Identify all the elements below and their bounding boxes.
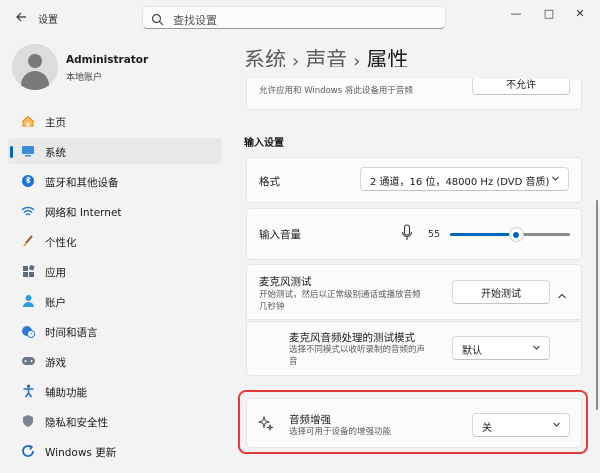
scrollbar[interactable] <box>596 200 598 410</box>
nav-item-time-language[interactable]: 时间和语言 <box>8 318 222 344</box>
wifi-icon <box>20 203 36 219</box>
minimize-button[interactable]: — <box>504 5 528 21</box>
format-value: 2 通道，16 位，48000 Hz (DVD 音质) <box>370 177 550 188</box>
test-mode-dropdown[interactable]: 默认 <box>452 336 550 360</box>
account-type: 本地账户 <box>66 73 103 83</box>
microphone-icon <box>401 224 413 246</box>
test-mode-title: 麦克风音频处理的测试模式 <box>289 332 415 344</box>
home-icon <box>20 113 36 129</box>
nav-item-system[interactable]: 系统 <box>8 138 222 164</box>
scroll-clip <box>246 67 582 79</box>
shield-icon <box>20 413 36 429</box>
nav-item-accounts[interactable]: 账户 <box>8 288 222 314</box>
chevron-down-icon <box>532 343 541 355</box>
gamepad-icon <box>20 353 36 369</box>
test-mode-card: 麦克风音频处理的测试模式 选择不同模式以收听录制的音频的声 音 默认 <box>246 321 582 376</box>
volume-slider-fill <box>450 233 516 236</box>
search-icon <box>151 11 164 30</box>
account-icon <box>20 293 36 309</box>
update-icon <box>20 443 36 459</box>
test-mode-desc-2: 音 <box>289 357 298 367</box>
allow-audio-desc: 允许应用和 Windows 将此设备用于音频 <box>259 86 413 96</box>
nav-item-network[interactable]: 网络和 Internet <box>8 198 222 224</box>
format-card: 格式 2 通道，16 位，48000 Hz (DVD 音质) <box>246 157 582 203</box>
bluetooth-icon <box>20 173 36 189</box>
mic-test-desc-2: 几秒钟 <box>259 302 285 312</box>
selection-indicator <box>10 146 13 158</box>
volume-value: 55 <box>428 229 441 240</box>
volume-slider-thumb[interactable] <box>509 228 523 241</box>
mic-test-card: 麦克风测试 开始测试，然后以正常级别通话或播放音频 几秒钟 开始测试 <box>246 264 582 320</box>
system-icon <box>20 143 36 159</box>
mic-test-title: 麦克风测试 <box>259 276 312 288</box>
format-label: 格式 <box>259 176 280 188</box>
nav-item-windows-update[interactable]: Windows 更新 <box>8 438 222 464</box>
nav-item-bluetooth[interactable]: 蓝牙和其他设备 <box>8 168 222 194</box>
nav-item-apps[interactable]: 应用 <box>8 258 222 284</box>
apps-icon <box>20 263 36 279</box>
brush-icon <box>20 233 36 249</box>
maximize-button[interactable]: □ <box>537 5 561 21</box>
nav-item-personalization[interactable]: 个性化 <box>8 228 222 254</box>
clock-globe-icon <box>20 323 36 339</box>
close-button[interactable]: ✕ <box>568 5 592 21</box>
back-arrow-icon[interactable] <box>12 8 30 26</box>
nav-item-accessibility[interactable]: 辅助功能 <box>8 378 222 404</box>
input-volume-card: 输入音量 55 <box>246 208 582 260</box>
chevron-down-icon <box>551 174 560 186</box>
input-settings-heading: 输入设置 <box>244 138 284 149</box>
chevron-up-icon[interactable] <box>557 286 567 305</box>
start-test-button[interactable]: 开始测试 <box>452 280 550 304</box>
nav-item-privacy[interactable]: 隐私和安全性 <box>8 408 222 434</box>
input-volume-label: 输入音量 <box>259 229 301 241</box>
search-placeholder: 查找设置 <box>173 14 217 27</box>
window-title: 设置 <box>38 15 58 26</box>
nav-item-home[interactable]: 主页 <box>8 108 222 134</box>
volume-slider-track[interactable] <box>450 228 570 241</box>
avatar[interactable] <box>12 44 58 90</box>
highlight-box <box>238 390 588 454</box>
accessibility-icon <box>20 383 36 399</box>
test-mode-desc-1: 选择不同模式以收听录制的音频的声 <box>289 345 426 355</box>
search-box[interactable]: 查找设置 <box>142 6 446 29</box>
user-name: Administrator <box>66 54 149 66</box>
test-mode-value: 默认 <box>462 346 482 357</box>
nav-item-gaming[interactable]: 游戏 <box>8 348 222 374</box>
format-dropdown[interactable]: 2 通道，16 位，48000 Hz (DVD 音质) <box>360 167 569 191</box>
mic-test-desc-1: 开始测试，然后以正常级别通话或播放音频 <box>259 290 421 300</box>
